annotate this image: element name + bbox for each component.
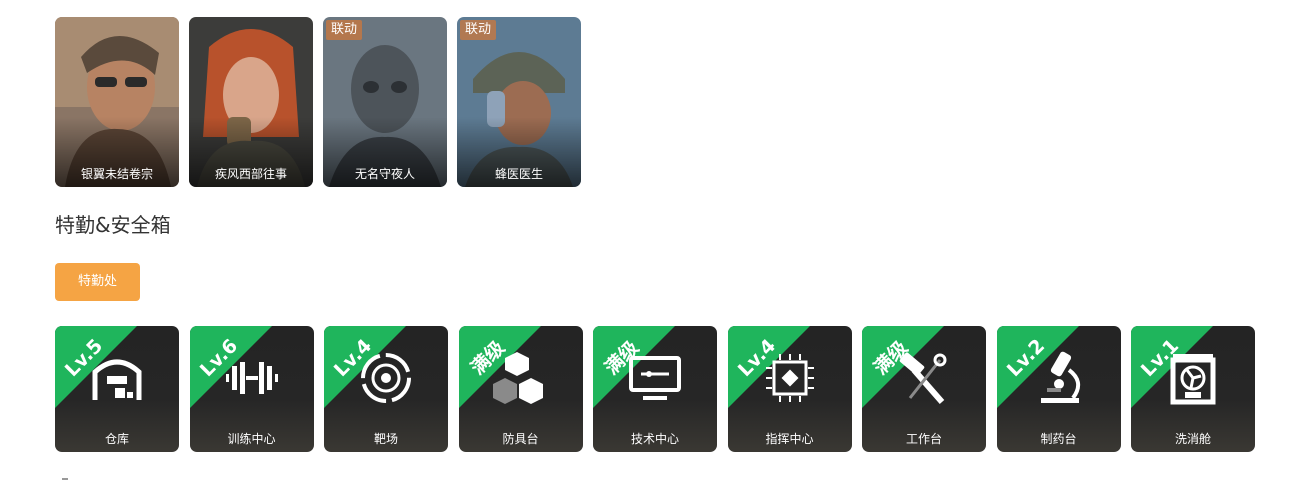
operator-card-gale-west[interactable]: 疾风西部往事 [189, 17, 313, 187]
facility-name: 仓库 [104, 432, 129, 446]
target-icon [361, 353, 411, 403]
facility-name: 指挥中心 [765, 432, 814, 446]
facility-training-center[interactable]: Lv.6 训练中心 [189, 326, 314, 452]
special-ops-button[interactable]: 特勤处 [55, 263, 140, 301]
operator-skin-row: 银翼未结卷宗 疾风西部往事 联动 无名守夜人 联动 蜂医医生 [55, 17, 581, 187]
tools-icon [899, 352, 947, 404]
facility-workbench[interactable]: 满级 工作台 [862, 326, 986, 452]
collab-tag: 联动 [326, 20, 363, 40]
facility-name: 工作台 [905, 432, 942, 446]
dumbbell-icon [225, 362, 278, 394]
operator-card-nameless-nightwatch[interactable]: 联动 无名守夜人 [323, 17, 447, 187]
chip-icon [765, 354, 814, 402]
collab-tag: 联动 [460, 20, 497, 40]
facility-command-center[interactable]: Lv.4 指挥中心 [727, 326, 852, 452]
operator-name: 蜂医医生 [494, 167, 543, 181]
warehouse-icon [92, 359, 142, 400]
operator-card-silver-wing[interactable]: 银翼未结卷宗 [55, 17, 179, 187]
facility-name: 训练中心 [227, 432, 276, 446]
facility-shooting-range[interactable]: Lv.4 靶场 [324, 326, 448, 452]
facility-decon-chamber[interactable]: Lv.1 洗消舱 [1131, 326, 1255, 452]
facility-row: Lv.5 仓库 Lv.6 训练中心 Lv.4 靶场 满级 防具台 满级 技术中心… [55, 326, 1255, 452]
facility-warehouse[interactable]: Lv.5 仓库 [55, 326, 179, 452]
operator-name: 银翼未结卷宗 [80, 167, 153, 181]
facility-pharmacy-bench[interactable]: Lv.2 制药台 [996, 326, 1121, 452]
facility-name: 防具台 [502, 432, 539, 446]
facility-name: 制药台 [1040, 432, 1077, 446]
facility-armor-bench[interactable]: 满级 防具台 [458, 326, 583, 452]
operator-name: 无名守夜人 [354, 167, 415, 181]
section-title: 特勤&安全箱 [55, 213, 171, 237]
monitor-icon [629, 356, 681, 400]
microscope-icon [1040, 351, 1080, 403]
facility-name: 技术中心 [630, 432, 679, 446]
cubes-icon [492, 352, 543, 404]
facility-name: 洗消舱 [1174, 432, 1211, 446]
operator-card-bee-medic[interactable]: 联动 蜂医医生 [457, 17, 581, 187]
facility-tech-center[interactable]: 满级 技术中心 [593, 326, 717, 452]
operator-name: 疾风西部往事 [214, 167, 287, 181]
facility-name: 靶场 [373, 432, 398, 446]
fan-chamber-icon [1170, 354, 1216, 405]
scroll-hint [62, 478, 68, 480]
